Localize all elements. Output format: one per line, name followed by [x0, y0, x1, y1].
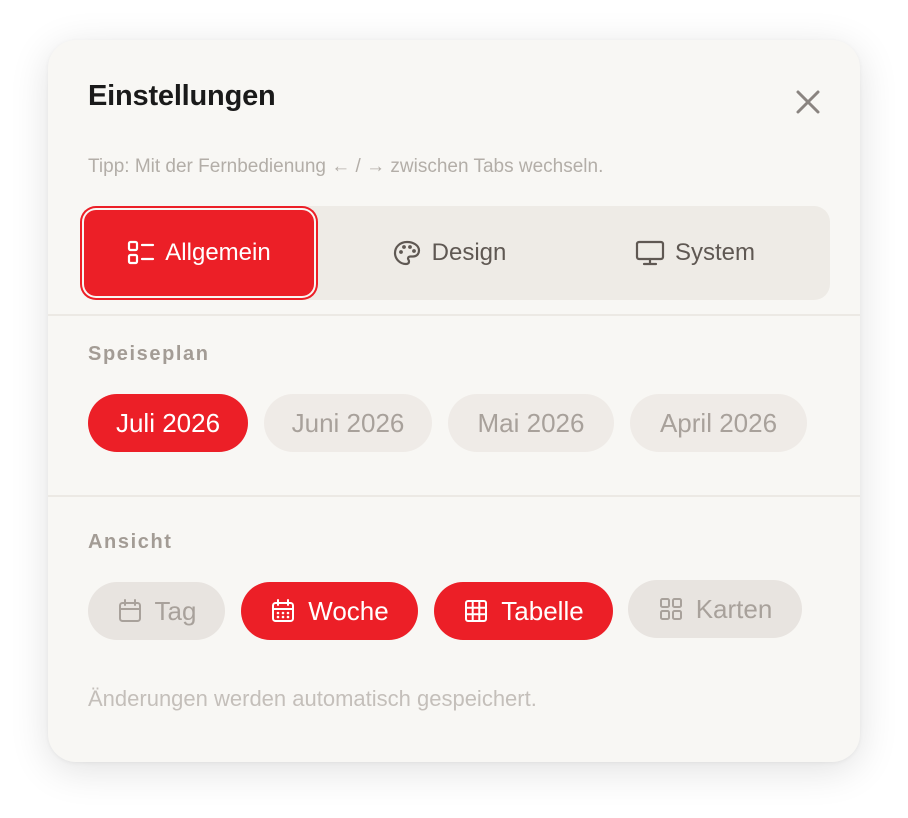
tab-label: System [674, 239, 755, 266]
view-label: Tabelle [501, 595, 584, 626]
tab-label: Allgemein [165, 239, 271, 266]
tab-system[interactable]: System [580, 210, 810, 296]
view-option-tabelle[interactable]: Tabelle [434, 582, 613, 640]
settings-dialog: Einstellungen Tipp: Mit der Fernbedienun… [48, 40, 860, 762]
settings-tabs: Allgemein Design System [80, 206, 830, 300]
view-option-woche[interactable]: Woche [241, 582, 418, 640]
keyboard-hint: Tipp: Mit der Fernbedienung ← / → zwisch… [88, 156, 604, 177]
calendar-icon [118, 599, 141, 622]
view-option-karten[interactable]: Karten [628, 580, 802, 638]
view-option-tag[interactable]: Tag [88, 582, 225, 640]
monitor-icon [635, 240, 665, 266]
tab-design[interactable]: Design [334, 210, 564, 296]
month-label: Juli 2026 [115, 407, 221, 438]
month-option-juni-2026[interactable]: Juni 2026 [264, 394, 432, 452]
calendar-week-icon [272, 599, 295, 622]
month-label: Mai 2026 [477, 407, 585, 438]
month-option-juli-2026[interactable]: Juli 2026 [88, 394, 248, 452]
list-layout-icon [128, 240, 155, 265]
tab-allgemein[interactable]: Allgemein [84, 210, 314, 296]
month-label: April 2026 [659, 407, 778, 438]
ansicht-label: Ansicht [88, 531, 173, 553]
tab-label: Design [431, 239, 507, 266]
view-label: Tag [154, 595, 197, 626]
autosave-note: Änderungen werden automatisch gespeicher… [88, 686, 537, 711]
table-grid-icon [465, 600, 488, 622]
view-label: Karten [695, 593, 773, 624]
month-option-mai-2026[interactable]: Mai 2026 [448, 394, 614, 452]
month-option-april-2026[interactable]: April 2026 [630, 394, 807, 452]
divider [48, 314, 860, 316]
divider [48, 495, 860, 497]
palette-icon [393, 240, 420, 266]
view-label: Woche [308, 595, 389, 626]
close-button[interactable] [793, 87, 823, 117]
dialog-title: Einstellungen [88, 80, 276, 112]
cards-grid-icon [659, 598, 682, 620]
speiseplan-label: Speiseplan [88, 343, 210, 365]
month-label: Juni 2026 [291, 407, 405, 438]
close-icon [796, 90, 820, 114]
